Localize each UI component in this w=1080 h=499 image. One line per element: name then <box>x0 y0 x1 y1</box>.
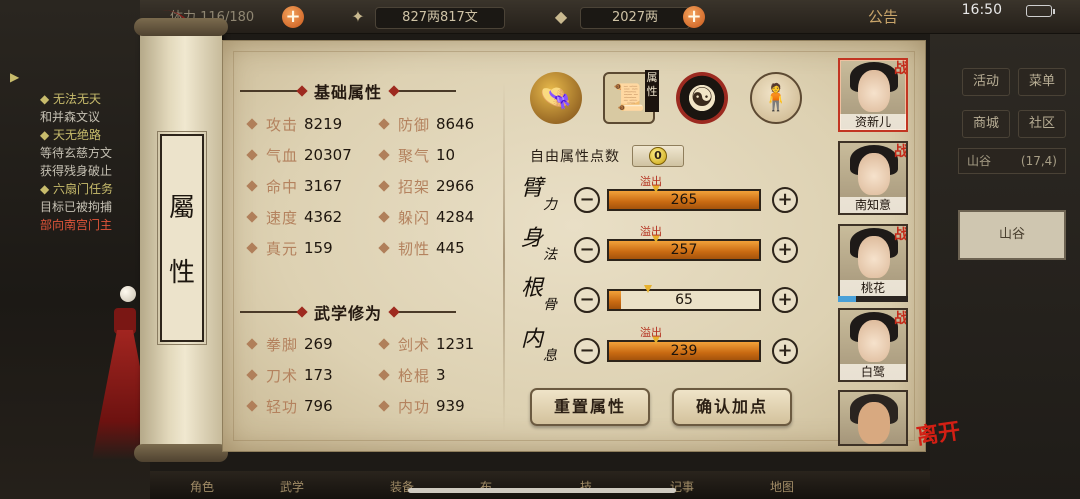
attribute-bar: 65 <box>607 285 761 311</box>
hat-icon[interactable]: 👒 <box>530 72 582 124</box>
top-resource-bar: 体力 116/180 + ✦ 827两817文 ◆ 2027两 + <box>140 0 1080 34</box>
leave-button[interactable]: 离开 <box>914 413 962 451</box>
attribute-bar: 265 <box>607 185 761 211</box>
character-card[interactable]: 战 南知意 <box>838 141 908 215</box>
location-name: 山谷 <box>967 154 992 168</box>
attribute-name: 根骨 <box>521 276 557 314</box>
decrease-attribute-button[interactable]: − <box>574 287 600 313</box>
quest-title: ◆ 无法无天 <box>40 92 102 106</box>
overflow-label: 溢出 <box>640 175 662 188</box>
notice-button[interactable]: 公告 <box>868 6 898 27</box>
attribute-value: 239 <box>670 343 698 359</box>
free-points-label: 自由属性点数 <box>530 149 620 165</box>
stat-blade: 刀术 173 <box>246 364 333 386</box>
bottom-nav-item[interactable]: 角色 <box>190 478 214 495</box>
reset-attributes-button[interactable]: 重置属性 <box>530 388 650 426</box>
jade-bead-icon <box>120 286 136 302</box>
location-list-item[interactable]: 山谷 <box>958 210 1066 260</box>
free-points-value: 0 <box>649 147 667 165</box>
add-gold-button[interactable]: + <box>683 6 705 28</box>
scroll-title-label: 屬 性 <box>157 131 207 345</box>
stat-sword: 剑术 1231 <box>378 333 474 355</box>
scroll-title-char: 屬 <box>168 193 195 223</box>
attribute-name: 臂力 <box>521 176 557 214</box>
increase-attribute-button[interactable]: + <box>772 287 798 313</box>
home-indicator <box>408 488 676 493</box>
activity-button[interactable]: 活动 <box>962 68 1010 96</box>
attribute-name: 内息 <box>521 327 557 365</box>
decrease-attribute-button[interactable]: − <box>574 187 600 213</box>
bottom-nav-bar: 角色 武学 装备 布 技 记事 地图 <box>150 471 930 499</box>
copper-readout: 827两817文 <box>375 7 505 29</box>
attribute-bar: 239 <box>607 336 761 362</box>
stat-attack: 攻击 8219 <box>246 113 342 135</box>
increase-attribute-button[interactable]: + <box>772 187 798 213</box>
stat-hp: 气血 20307 <box>246 144 352 166</box>
tab-badge-attributes: 属性 <box>645 70 659 112</box>
bottom-nav-item[interactable]: 地图 <box>770 478 794 495</box>
character-card[interactable]: 战 资新儿 <box>838 58 908 132</box>
confirm-points-button[interactable]: 确认加点 <box>672 388 792 426</box>
community-button[interactable]: 社区 <box>1018 110 1066 138</box>
attribute-value: 265 <box>670 192 698 208</box>
stat-inner: 内功 939 <box>378 395 465 417</box>
stat-true-essence: 真元 159 <box>246 237 333 259</box>
character-card[interactable] <box>838 390 908 446</box>
attribute-bar: 257 <box>607 235 761 261</box>
character-card[interactable]: 战 桃花 <box>838 224 908 298</box>
increase-attribute-button[interactable]: + <box>772 237 798 263</box>
stat-lightness: 轻功 796 <box>246 395 333 417</box>
stat-speed: 速度 4362 <box>246 206 342 228</box>
quest-expand-arrow-icon[interactable]: ▶ <box>10 70 19 84</box>
status-clock: 16:50 <box>961 2 1002 18</box>
stat-defense: 防御 8646 <box>378 113 474 135</box>
decrease-attribute-button[interactable]: − <box>574 237 600 263</box>
taiji-icon[interactable]: ☯ <box>676 72 728 124</box>
copper-coin-icon: ✦ <box>351 7 365 26</box>
stat-toughness: 韧性 445 <box>378 237 465 259</box>
gold-readout: 2027两 <box>580 7 690 29</box>
location-coords: (17,4) <box>1020 154 1057 168</box>
stat-fist: 拳脚 269 <box>246 333 333 355</box>
menu-button[interactable]: 菜单 <box>1018 68 1066 96</box>
stat-parry: 招架 2966 <box>378 175 474 197</box>
stat-accuracy: 命中 3167 <box>246 175 342 197</box>
scroll-title-char: 性 <box>168 258 195 288</box>
free-points-box: 0 <box>632 145 684 167</box>
character-progress-bar <box>838 296 908 302</box>
character-card[interactable]: 战 白鹭 <box>838 308 908 382</box>
attribute-value: 257 <box>670 242 698 258</box>
basic-attributes-header: 基础属性 <box>240 80 457 102</box>
battery-icon <box>1026 5 1055 17</box>
overflow-label: 溢出 <box>640 326 662 339</box>
section-title: 武学修为 <box>314 304 383 323</box>
bottom-nav-item[interactable]: 武学 <box>280 478 304 495</box>
body-icon[interactable]: 🧍 <box>750 72 802 124</box>
location-bar: 山谷 (17,4) <box>958 148 1066 174</box>
section-title: 基础属性 <box>314 83 383 102</box>
martial-skills-header: 武学修为 <box>240 301 457 323</box>
attribute-value: 65 <box>675 292 693 308</box>
increase-attribute-button[interactable]: + <box>772 338 798 364</box>
panel-divider <box>503 82 505 432</box>
overflow-label: 溢出 <box>640 225 662 238</box>
attribute-name: 身法 <box>521 226 557 264</box>
stat-spear: 枪棍 3 <box>378 364 446 386</box>
gold-ingot-icon: ◆ <box>554 7 568 26</box>
add-stamina-button[interactable]: + <box>282 6 304 28</box>
decrease-attribute-button[interactable]: − <box>574 338 600 364</box>
character-list: 战 资新儿 战 南知意 战 桃花 战 白鹭 <box>830 50 916 450</box>
stat-dodge: 躲闪 4284 <box>378 206 474 228</box>
stat-focus: 聚气 10 <box>378 144 455 166</box>
shop-button[interactable]: 商城 <box>962 110 1010 138</box>
quest-desc: 和并森文议 <box>40 110 101 124</box>
